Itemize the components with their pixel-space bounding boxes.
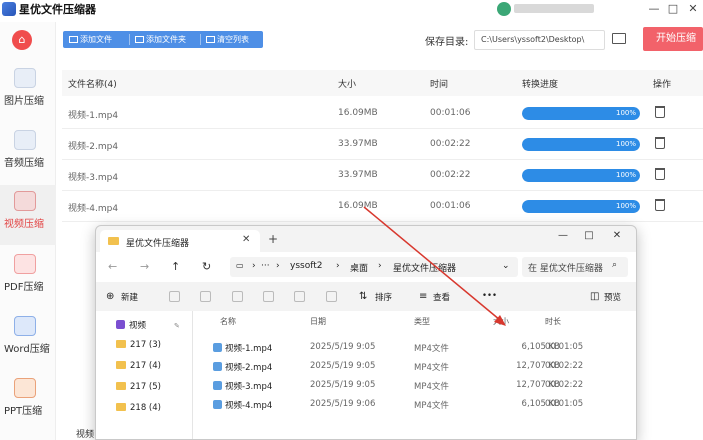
arrow-line [363, 206, 501, 321]
annotation-arrow [363, 206, 506, 326]
